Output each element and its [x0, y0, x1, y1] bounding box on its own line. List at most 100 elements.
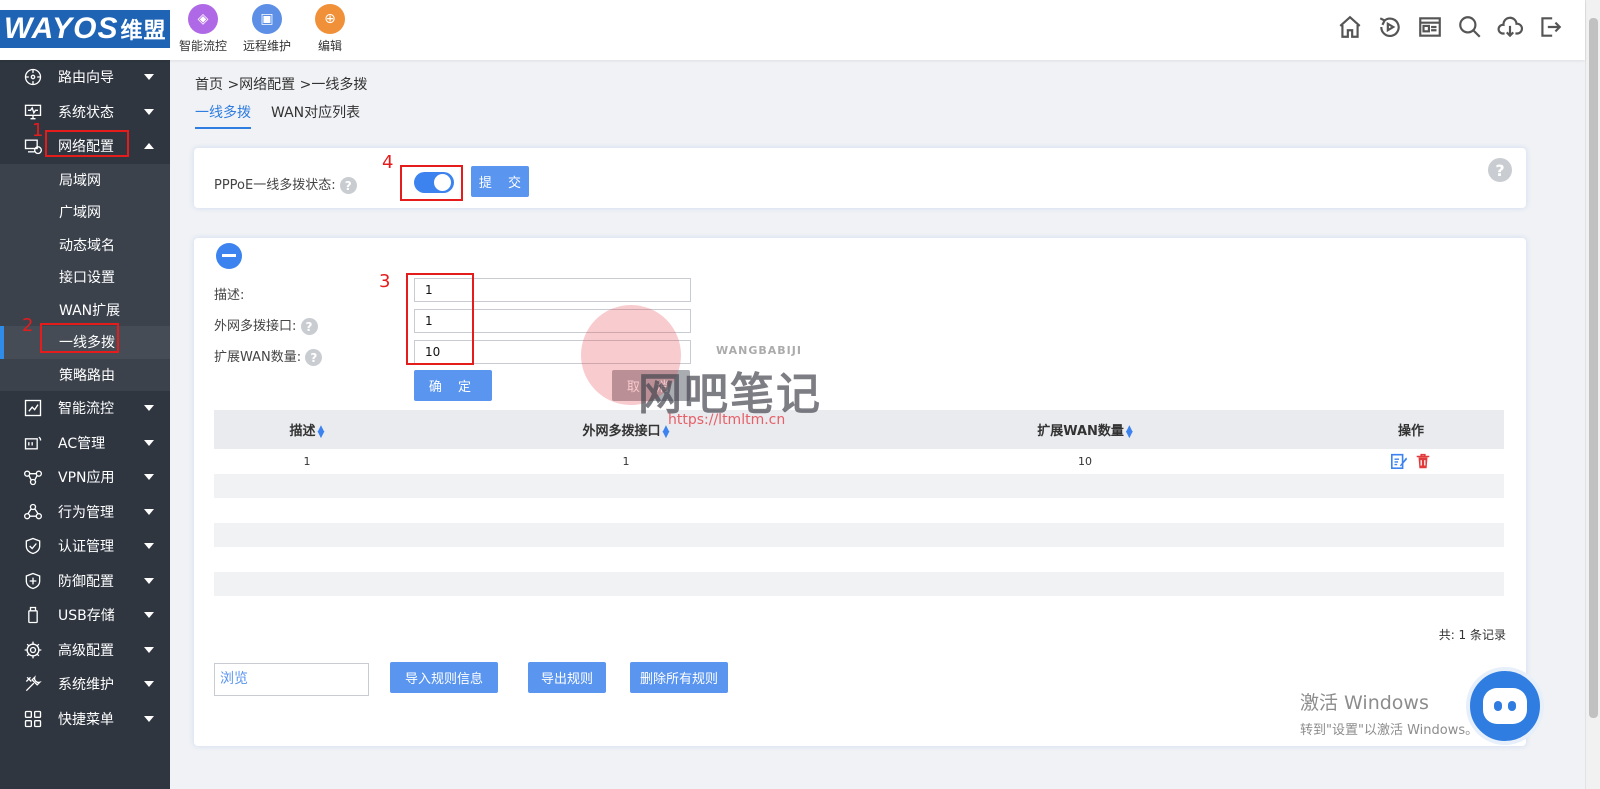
- sidebar-item-wan[interactable]: 广域网: [0, 196, 170, 229]
- sidebar-item-network-config[interactable]: 网络配置: [0, 129, 170, 164]
- sidebar-item-label: 智能流控: [58, 401, 114, 418]
- quick-link-remote-maintain[interactable]: ▣ 远程维护: [239, 4, 295, 54]
- export-rules-button[interactable]: 导出规则: [528, 662, 606, 693]
- quick-link-edit[interactable]: ⊕ 编辑: [302, 4, 358, 54]
- home-icon[interactable]: [1335, 12, 1365, 42]
- wan-count-label: 扩展WAN数量: ?: [214, 346, 323, 366]
- chevron-down-icon: [144, 474, 154, 480]
- help-icon[interactable]: ?: [300, 318, 318, 335]
- table-row-empty: [214, 547, 1504, 572]
- flow-icon: [22, 397, 44, 419]
- sidebar-item-label: VPN应用: [58, 470, 115, 487]
- annotation-number: 2: [22, 315, 34, 336]
- watermark-small-text: WANGBABIJI: [716, 344, 802, 357]
- table-header: 描述 ▲ ▼ 外网多拨接口 ▲ ▼ 扩展WAN数量 ▲ ▼ 操作: [214, 410, 1504, 449]
- windows-activation-notice: 激活 Windows 转到"设置"以激活 Windows。: [1300, 688, 1478, 738]
- breadcrumb: 首页 >网络配置 >一线多拨: [195, 77, 368, 93]
- import-rules-button[interactable]: 导入规则信息: [390, 662, 498, 693]
- sidebar-item-policy-route[interactable]: 策略路由: [0, 359, 170, 392]
- sidebar-item-route-wizard[interactable]: 路由向导: [0, 60, 170, 95]
- sidebar-item-label: 网络配置: [58, 139, 114, 156]
- table-row-empty: [214, 522, 1504, 547]
- brand-logo[interactable]: WAYOS维盟: [0, 10, 170, 48]
- shield-check-icon: [22, 535, 44, 557]
- tab-bar: 一线多拨 WAN对应列表: [195, 102, 360, 129]
- collapse-icon[interactable]: [216, 243, 242, 269]
- quick-link-label: 智能流控: [178, 39, 227, 53]
- sidebar-item-label: 高级配置: [58, 642, 114, 659]
- quick-link-flow-control[interactable]: ◈ 智能流控: [175, 4, 231, 54]
- ac-icon: [22, 432, 44, 454]
- desc-input[interactable]: 1: [414, 278, 691, 302]
- col-header-desc[interactable]: 描述 ▲ ▼: [214, 420, 400, 439]
- robot-icon: [1483, 688, 1527, 724]
- help-icon[interactable]: ?: [305, 349, 323, 366]
- download-icon[interactable]: [1495, 12, 1525, 42]
- submit-button[interactable]: 提 交: [471, 166, 529, 197]
- vpn-icon: [22, 466, 44, 488]
- toggle-knob: [434, 174, 451, 191]
- logout-icon[interactable]: [1535, 12, 1565, 42]
- browse-file-input[interactable]: 浏览: [214, 663, 369, 696]
- sidebar-item-lan[interactable]: 局域网: [0, 164, 170, 197]
- sidebar-item-label: 认证管理: [58, 539, 114, 556]
- delete-row-icon[interactable]: [1414, 452, 1432, 470]
- top-header: WAYOS维盟 ◈ 智能流控 ▣ 远程维护 ⊕ 编辑: [0, 0, 1585, 60]
- multi-dial-toggle[interactable]: [414, 172, 454, 193]
- sidebar-item-flow-control[interactable]: 智能流控: [0, 391, 170, 426]
- chevron-down-icon: [144, 74, 154, 80]
- sidebar-item-interface-settings[interactable]: 接口设置: [0, 261, 170, 294]
- tools-icon: [22, 673, 44, 695]
- rule-panel: 描述: 1 外网多拨接口: ? 1 扩展WAN数量: ? 10 确 定 取 消 …: [194, 238, 1526, 746]
- refresh-icon[interactable]: [1375, 12, 1405, 42]
- shield-plus-icon: [22, 570, 44, 592]
- confirm-button[interactable]: 确 定: [414, 370, 492, 401]
- sidebar-item-advanced[interactable]: 高级配置: [0, 633, 170, 668]
- sidebar-item-behavior[interactable]: 行为管理: [0, 495, 170, 530]
- chevron-down-icon: [144, 439, 154, 446]
- sidebar-item-maintenance[interactable]: 系统维护: [0, 667, 170, 702]
- delete-all-rules-button[interactable]: 删除所有规则: [630, 662, 728, 693]
- flow-control-icon: ◈: [188, 4, 218, 34]
- search-icon[interactable]: [1455, 12, 1485, 42]
- chevron-down-icon: [144, 543, 154, 549]
- help-icon[interactable]: ?: [1488, 158, 1512, 182]
- edit-icon: ⊕: [315, 4, 345, 34]
- page-scrollbar[interactable]: [1585, 0, 1600, 789]
- gear-icon: [22, 639, 44, 661]
- behavior-icon: [22, 501, 44, 523]
- watermark-url: https://ltmltm.cn: [668, 412, 786, 428]
- interface-label: 外网多拨接口: ?: [214, 315, 318, 335]
- sidebar-item-defense[interactable]: 防御配置: [0, 564, 170, 599]
- rules-table: 描述 ▲ ▼ 外网多拨接口 ▲ ▼ 扩展WAN数量 ▲ ▼ 操作 1 1 10: [214, 410, 1504, 596]
- sidebar-item-vpn[interactable]: VPN应用: [0, 460, 170, 495]
- toolbar: [1335, 12, 1565, 42]
- network-config-submenu: 局域网 广域网 动态域名 接口设置 WAN扩展 一线多拨 策略路由: [0, 163, 170, 392]
- sidebar-item-label: 系统状态: [58, 104, 114, 121]
- sidebar-item-ac-management[interactable]: AC管理: [0, 426, 170, 461]
- chevron-down-icon: [144, 715, 154, 722]
- record-count: 共: 1 条记录: [1438, 628, 1506, 642]
- table-row: 1 1 10: [214, 449, 1504, 474]
- tab-multi-dial[interactable]: 一线多拨: [195, 102, 251, 129]
- sidebar-item-label: AC管理: [58, 435, 106, 452]
- sort-icon: ▲ ▼: [317, 423, 325, 440]
- cell-interface: 1: [622, 454, 630, 468]
- sidebar-item-auth[interactable]: 认证管理: [0, 529, 170, 564]
- news-icon[interactable]: [1415, 12, 1445, 42]
- scrollbar-thumb[interactable]: [1589, 18, 1598, 718]
- sidebar-item-usb[interactable]: USB存储: [0, 598, 170, 633]
- support-robot-button[interactable]: [1466, 667, 1544, 745]
- sidebar-item-ddns[interactable]: 动态域名: [0, 229, 170, 262]
- sidebar-item-system-status[interactable]: 系统状态: [0, 95, 170, 130]
- edit-row-icon[interactable]: [1390, 452, 1408, 470]
- table-row-empty: [214, 571, 1504, 596]
- sidebar-item-shortcut[interactable]: 快捷菜单: [0, 702, 170, 737]
- tab-wan-list[interactable]: WAN对应列表: [271, 102, 360, 129]
- annotation-number: 3: [379, 271, 391, 292]
- table-row-empty: [214, 473, 1504, 498]
- help-icon[interactable]: ?: [339, 177, 357, 194]
- col-header-ops: 操作: [1397, 424, 1424, 439]
- cell-wan-count: 10: [1078, 454, 1092, 468]
- col-header-wan-count[interactable]: 扩展WAN数量 ▲ ▼: [852, 420, 1318, 439]
